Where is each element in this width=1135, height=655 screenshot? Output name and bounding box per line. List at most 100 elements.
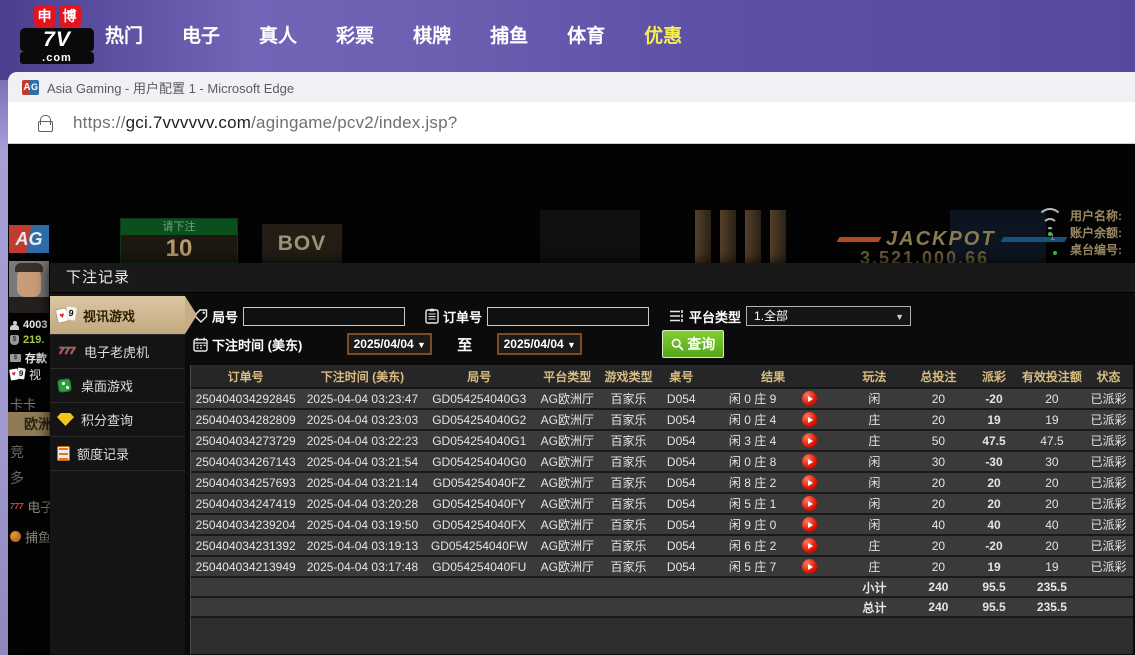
result-text: 闲 0 庄 4 — [728, 413, 777, 427]
site-logo[interactable]: 申 博 7V .com — [20, 5, 94, 64]
query-button[interactable]: 查询 — [662, 330, 725, 358]
column-header: 平台类型 — [533, 365, 601, 389]
records-tab-label: 视讯游戏 — [83, 308, 136, 324]
video-hall-label: 视 — [29, 368, 42, 382]
result-text: 闲 6 庄 2 — [728, 539, 777, 553]
records-tab[interactable]: 视讯游戏 — [50, 296, 185, 335]
site-navbar: 申 博 7V .com 热门 电子 真人 彩票 棋牌 捕鱼 体育 优惠 — [0, 0, 1135, 80]
order-input[interactable] — [487, 306, 650, 326]
round-label: 局号 — [212, 309, 239, 325]
account-info-label: 账户余额: — [1070, 226, 1122, 240]
subtotal-row: 小计 240 95.5 235.5 — [191, 577, 1133, 598]
bet-record-row: 250404034282809 2025-04-04 03:23:03 GD0542… — [191, 409, 1133, 431]
cards-icon — [57, 307, 76, 323]
address-bar[interactable]: https://gci.7vvvvvv.com/agingame/pcv2/in… — [8, 102, 1135, 144]
game-left-rail: AG 4003 $219. $存款 视 卡卡 欧洲 竞 多 777电子 捕鱼 — [8, 204, 50, 655]
url-path: /agingame/pcv2/index.jsp? — [251, 112, 458, 132]
account-panel: 用户名称: 账户余额: 桌台编号: — [1070, 208, 1135, 259]
url-text[interactable]: https://gci.7vvvvvv.com/agingame/pcv2/in… — [73, 113, 457, 133]
nav-item[interactable]: 棋牌 — [413, 21, 451, 48]
nav-item[interactable]: 彩票 — [336, 21, 374, 48]
replay-button[interactable] — [802, 412, 818, 427]
column-header: 派彩 — [968, 365, 1020, 389]
countdown-value: 10 — [165, 235, 193, 262]
modal-title: 下注记录 — [50, 263, 1135, 293]
records-content: 局号 订单号 平台类型 1.全部 ▼ 下注时间 (美东) 2025/04/04 … — [185, 293, 1135, 654]
main-nav: 热门 电子 真人 彩票 棋牌 捕鱼 体育 优惠 — [105, 21, 682, 48]
records-tab-label: 桌面游戏 — [81, 379, 134, 394]
platform-type-select[interactable]: 1.全部 ▼ — [746, 306, 912, 326]
records-tab[interactable]: 777 电子老虎机 — [50, 335, 185, 369]
hall-item: 卡卡 — [10, 397, 37, 412]
lock-icon[interactable] — [38, 115, 53, 132]
result-text: 闲 0 庄 9 — [728, 392, 777, 406]
chevron-down-icon: ▼ — [417, 340, 426, 350]
to-label: 至 — [457, 336, 473, 354]
search-icon — [671, 338, 684, 351]
hall-item: 竞 — [10, 444, 24, 460]
table-games-icon — [57, 378, 74, 393]
column-header: 下注时间 (美东) — [300, 365, 425, 389]
url-host: gci.7vvvvvv.com — [125, 112, 252, 132]
column-header: 玩法 — [839, 365, 909, 389]
date-to-button[interactable]: 2025/04/04 ▼ — [497, 333, 583, 355]
calendar-icon — [193, 337, 208, 352]
platform-type-label: 平台类型 — [689, 309, 742, 325]
bov-sign: BOV — [262, 224, 342, 264]
records-tab[interactable]: 桌面游戏 — [50, 369, 185, 403]
records-table-container: 订单号 下注时间 (美东) 局号 平台类型 游戏类型 桌号 结果 玩法 总投注 派彩 有效投注额 状态… — [190, 365, 1133, 654]
replay-button[interactable] — [802, 433, 818, 448]
bet-countdown: 请下注 10 — [120, 218, 238, 263]
replay-button[interactable] — [802, 475, 818, 490]
hall-item: 多 — [10, 470, 24, 486]
nav-item[interactable]: 捕鱼 — [490, 21, 528, 48]
column-header: 总投注 — [908, 365, 969, 389]
bet-record-row: 250404034239204 2025-04-04 03:19:50 GD0542… — [191, 514, 1133, 536]
clipboard-icon — [425, 308, 439, 324]
nav-item[interactable]: 电子 — [182, 21, 220, 48]
nav-item[interactable]: 优惠 — [644, 21, 682, 48]
bet-record-row: 250404034247419 2025-04-04 03:20:28 GD0542… — [191, 493, 1133, 515]
replay-button[interactable] — [802, 538, 818, 553]
records-tab-list: 视讯游戏 777 电子老虎机桌面游戏积分查询额度记录 — [50, 293, 185, 654]
fish-icon — [10, 531, 21, 542]
screen: 申 博 7V .com 热门 电子 真人 彩票 棋牌 捕鱼 体育 优惠 Asia Gaming… — [0, 0, 1135, 655]
result-text: 闲 5 庄 1 — [728, 497, 777, 511]
bet-record-row: 250404034273729 2025-04-04 03:22:23 GD0542… — [191, 430, 1133, 452]
column-header: 结果 — [706, 365, 840, 389]
nav-item[interactable]: 体育 — [567, 21, 605, 48]
records-table: 订单号 下注时间 (美东) 局号 平台类型 游戏类型 桌号 结果 玩法 总投注 派彩 有效投注额 状态… — [191, 365, 1133, 618]
nav-item[interactable]: 热门 — [105, 21, 143, 48]
result-text: 闲 5 庄 7 — [728, 560, 777, 574]
replay-button[interactable] — [802, 454, 818, 469]
replay-button[interactable] — [802, 496, 818, 511]
replay-button[interactable] — [802, 517, 818, 532]
cards-icon — [10, 368, 25, 381]
round-input[interactable] — [243, 306, 406, 326]
date-from-button[interactable]: 2025/04/04 ▼ — [347, 333, 433, 355]
replay-button[interactable] — [802, 391, 818, 406]
nav-item[interactable]: 真人 — [259, 21, 297, 48]
column-header: 状态 — [1083, 365, 1133, 389]
result-text: 闲 8 庄 2 — [728, 476, 777, 490]
window-title: Asia Gaming - 用户配置 1 - Microsoft Edge — [47, 80, 295, 96]
bet-record-row: 250404034267143 2025-04-04 03:21:54 GD0542… — [191, 451, 1133, 473]
logo-badge-bo: 博 — [58, 5, 81, 27]
records-tab[interactable]: 积分查询 — [50, 403, 185, 437]
records-tab-label: 电子老虎机 — [84, 345, 150, 360]
replay-button[interactable] — [802, 559, 818, 574]
jackpot-dash-left — [836, 237, 882, 242]
table-header-row: 订单号 下注时间 (美东) 局号 平台类型 游戏类型 桌号 结果 玩法 总投注 派彩 有效投注额 状态 — [191, 365, 1133, 389]
hall-item-active: 欧洲 — [8, 412, 50, 436]
chevron-down-icon: ▼ — [567, 340, 576, 350]
records-tab[interactable]: 额度记录 — [50, 437, 185, 471]
logo-7v: 7V — [20, 28, 94, 52]
bet-record-row: 250404034292845 2025-04-04 03:23:47 GD0542… — [191, 388, 1133, 410]
chevron-down-icon: ▼ — [895, 312, 905, 322]
bet-time-label: 下注时间 (美东) — [212, 337, 303, 353]
slot-machine-icon: 777 — [10, 502, 24, 511]
bet-records-modal: 下注记录 视讯游戏 777 电子老虎机桌面游戏积分查询额度记录 局号 订单号 — [50, 263, 1135, 655]
deposit-label: 存款 — [25, 353, 47, 365]
logo-com: .com — [20, 52, 94, 64]
records-tab-label: 额度记录 — [77, 447, 130, 462]
